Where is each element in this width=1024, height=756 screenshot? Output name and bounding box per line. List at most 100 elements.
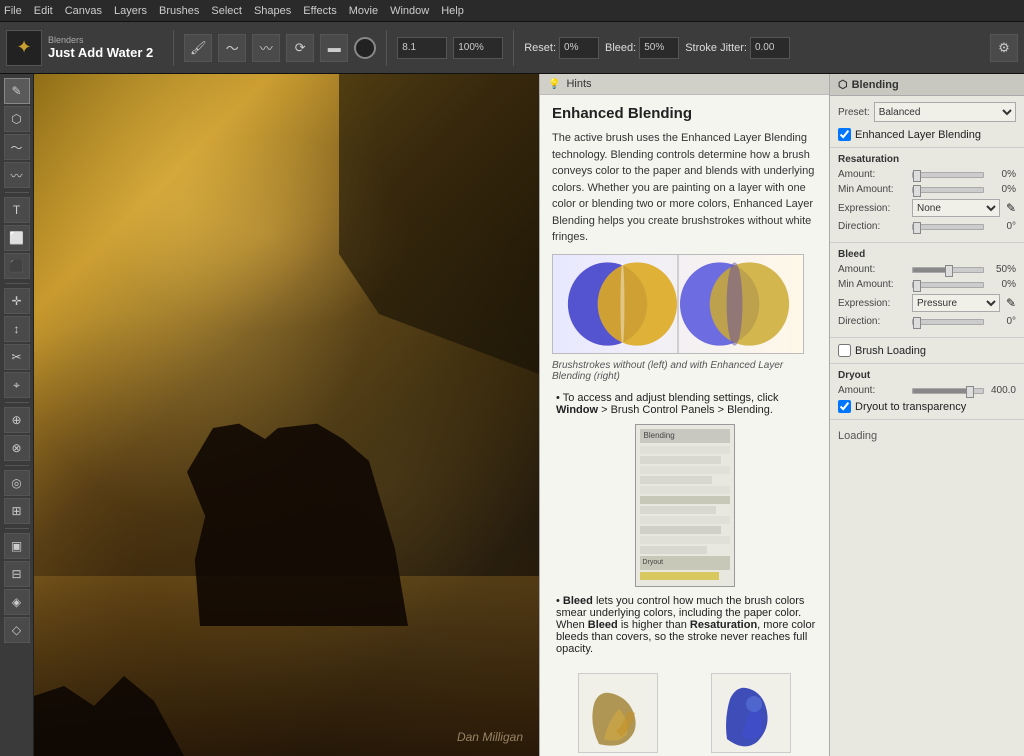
bleed-min-row: Min Amount: 0%: [838, 279, 1016, 290]
brush-variant-btn2[interactable]: 〰: [252, 34, 280, 62]
menubar-edit[interactable]: Edit: [34, 5, 53, 17]
bleed-direction-thumb[interactable]: [913, 317, 921, 329]
menubar-effects[interactable]: Effects: [303, 5, 336, 17]
tool-layer-comp[interactable]: ▣: [4, 533, 30, 559]
hints-blend-demo: [552, 254, 804, 354]
resaturation-direction-slider[interactable]: [912, 224, 984, 230]
resaturation-amount-thumb[interactable]: [913, 170, 921, 182]
hints-body: The active brush uses the Enhanced Layer…: [552, 130, 817, 246]
dryout-amount-thumb[interactable]: [966, 386, 974, 398]
screenshot-row9: [640, 526, 721, 534]
brush-images: [552, 663, 817, 756]
hints-header: 💡 Hints: [540, 74, 829, 95]
tool-color-swatch[interactable]: ⊞: [4, 498, 30, 524]
hints-content: Enhanced Blending The active brush uses …: [540, 95, 829, 756]
menubar-help[interactable]: Help: [441, 5, 464, 17]
resaturation-min-slider[interactable]: [912, 187, 984, 193]
resaturation-section: Resaturation Amount: 0% Min Amount: 0% E…: [830, 148, 1024, 243]
resaturation-min-value: 0%: [988, 184, 1016, 195]
preset-select[interactable]: Balanced: [874, 102, 1016, 122]
tool-brush[interactable]: ✎: [4, 78, 30, 104]
toolbar: ✦ Blenders Just Add Water 2 🖌 〜 〰 ⟳ ▬ Re…: [0, 22, 1024, 74]
tool-crop[interactable]: ✂: [4, 344, 30, 370]
dryout-amount-slider[interactable]: [912, 388, 984, 394]
tool-extra2[interactable]: ◇: [4, 617, 30, 643]
bleed-input[interactable]: [639, 37, 679, 59]
resaturation-expression-row: Expression: None ✎: [838, 199, 1016, 217]
bleed-amount-fill: [913, 268, 948, 272]
brush-size-input[interactable]: [397, 37, 447, 59]
bleed-min-label: Min Amount:: [838, 279, 908, 290]
resaturation-amount-slider[interactable]: [912, 172, 984, 178]
canvas-painting: Dan Milligan: [34, 74, 539, 756]
bleed-expression-label: Expression:: [838, 298, 908, 309]
toolbox-divider-2: [5, 283, 29, 284]
dryout-transparency-row: Dryout to transparency: [838, 400, 1016, 413]
bleed-min-value: 0%: [988, 279, 1016, 290]
resaturation-min-thumb[interactable]: [913, 185, 921, 197]
settings-btn[interactable]: ⚙: [990, 34, 1018, 62]
tool-move[interactable]: ✛: [4, 288, 30, 314]
tool-zoom[interactable]: ⊕: [4, 407, 30, 433]
brush-image-right: [711, 673, 791, 753]
screenshot-footer: Dryout: [640, 556, 730, 570]
bleed-direction-value: 0°: [988, 316, 1016, 327]
menubar-shapes[interactable]: Shapes: [254, 5, 291, 17]
brush-variant-btn1[interactable]: 〜: [218, 34, 246, 62]
tool-grid[interactable]: ⊟: [4, 561, 30, 587]
tool-shapes[interactable]: ⬜: [4, 225, 30, 251]
jitter-input[interactable]: [750, 37, 790, 59]
tool-color-picker[interactable]: ◎: [4, 470, 30, 496]
menubar-brushes[interactable]: Brushes: [159, 5, 199, 17]
screenshot-row8: [640, 516, 730, 524]
bleed-direction-slider[interactable]: [912, 319, 984, 325]
bleed-expression-icon[interactable]: ✎: [1006, 296, 1016, 310]
screenshot-row2: [640, 456, 721, 464]
dryout-transparency-checkbox[interactable]: [838, 400, 851, 413]
resaturation-expression-select[interactable]: None: [912, 199, 1000, 217]
app-title: Just Add Water 2: [48, 45, 153, 60]
resaturation-expression-icon[interactable]: ✎: [1006, 201, 1016, 215]
tool-dodge[interactable]: 〰: [4, 162, 30, 188]
screenshot-dryout-bar: [640, 572, 719, 580]
blend-demo-svg: [553, 254, 803, 354]
tool-select-rect[interactable]: ⌖: [4, 372, 30, 398]
brush-variant-btn3[interactable]: ⟳: [286, 34, 314, 62]
tool-rotate[interactable]: ⊗: [4, 435, 30, 461]
bleed-direction-row: Direction: 0°: [838, 316, 1016, 327]
bleed-expression-select[interactable]: Pressure: [912, 294, 1000, 312]
bleed-min-slider[interactable]: [912, 282, 984, 288]
brush-stroke-svg-2: [712, 674, 791, 753]
brush-loading-checkbox[interactable]: [838, 344, 851, 357]
tool-transform[interactable]: ↕: [4, 316, 30, 342]
canvas-area[interactable]: Dan Milligan: [34, 74, 539, 756]
enhanced-blending-checkbox[interactable]: [838, 128, 851, 141]
tool-smear[interactable]: 〜: [4, 134, 30, 160]
bleed-title: Bleed: [838, 249, 1016, 260]
menubar-select[interactable]: Select: [211, 5, 242, 17]
menubar-canvas[interactable]: Canvas: [65, 5, 102, 17]
brush-size-control: [397, 37, 447, 59]
menubar-file[interactable]: File: [4, 5, 22, 17]
brush-image-left: [578, 673, 658, 753]
brush-loading-row: Brush Loading: [838, 344, 1016, 357]
bleed-amount-thumb[interactable]: [945, 265, 953, 277]
bleed-amount-slider[interactable]: [912, 267, 984, 273]
dryout-amount-fill: [913, 389, 969, 393]
tool-fill[interactable]: ⬛: [4, 253, 30, 279]
app-company: Blenders: [48, 35, 153, 45]
screenshot-row1: [640, 446, 730, 454]
menubar-movie[interactable]: Movie: [349, 5, 378, 17]
bleed-min-thumb[interactable]: [913, 280, 921, 292]
resaturation-direction-thumb[interactable]: [913, 222, 921, 234]
tool-eraser[interactable]: ⬡: [4, 106, 30, 132]
reset-input[interactable]: [559, 37, 599, 59]
menubar-window[interactable]: Window: [390, 5, 429, 17]
tool-text[interactable]: T: [4, 197, 30, 223]
opacity-input[interactable]: [453, 37, 503, 59]
tool-extra1[interactable]: ◈: [4, 589, 30, 615]
brush-selector-btn[interactable]: 🖌: [184, 34, 212, 62]
menubar-layers[interactable]: Layers: [114, 5, 147, 17]
color-circle[interactable]: [354, 37, 376, 59]
brush-variant-btn4[interactable]: ▬: [320, 34, 348, 62]
